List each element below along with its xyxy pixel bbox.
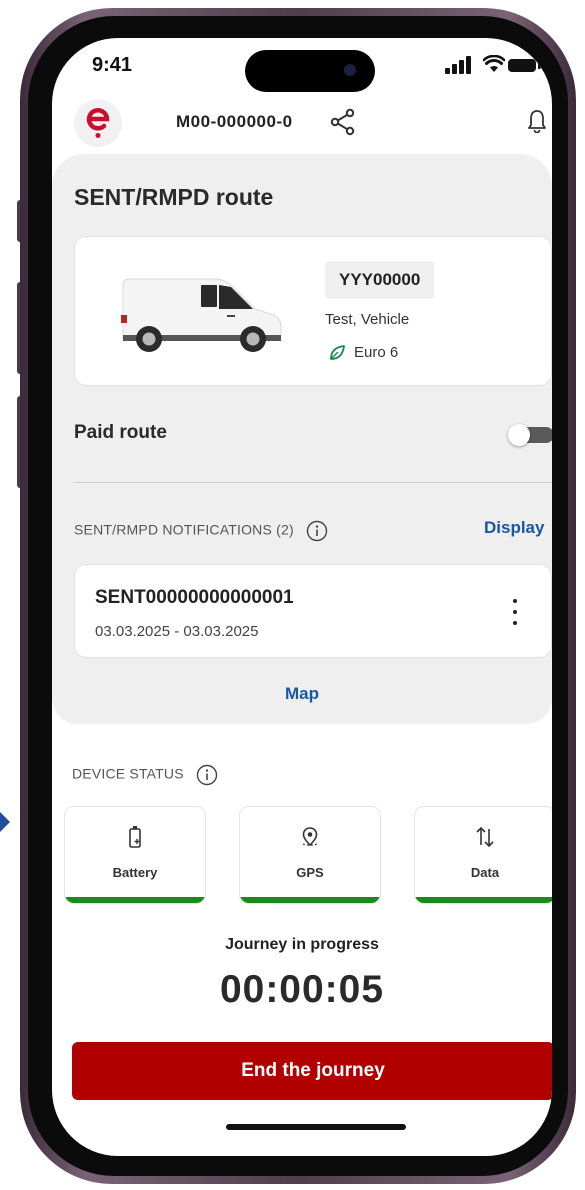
gps-status-tile[interactable]: GPS [239,806,381,904]
home-indicator[interactable] [226,1124,406,1130]
device-id: M00-000000-0 [176,112,293,131]
camera-icon [344,64,356,76]
battery-level-icon [508,59,536,72]
journey-status: Journey in progress [225,936,379,953]
status-time: 9:41 [92,54,133,76]
gps-icon [240,825,380,854]
route-title: SENT/RMPD route [74,184,274,210]
bell-icon[interactable] [526,109,548,133]
section-divider [74,482,552,483]
device-status-heading-text: DEVICE STATUS [72,765,184,782]
van-image [121,278,282,352]
app-logo[interactable] [74,99,122,147]
data-status-bar [415,897,552,903]
battery-status-bar [65,897,205,903]
phone-screen: 9:41 M00-000000-0 SENT/RMPD route YYY000… [52,38,552,1156]
end-journey-button[interactable]: End the journey [72,1042,552,1100]
gps-status-bar [240,897,380,903]
data-status-tile[interactable]: Data [414,806,552,904]
notification-id: SENT00000000000001 [95,587,294,608]
info-icon[interactable] [306,520,328,542]
display-notifications-link[interactable]: Display [484,518,544,538]
wifi-icon [483,55,505,72]
notifications-heading-text: SENT/RMPD NOTIFICATIONS (2) [74,521,294,538]
license-plate: YYY00000 [325,261,435,299]
battery-label: Battery [112,865,158,880]
notification-dates: 03.03.2025 - 03.03.2025 [95,623,259,640]
vehicle-card[interactable]: YYY00000 Test, Vehicle Euro 6 [74,236,552,386]
map-link[interactable]: Map [52,684,552,704]
app-header: M00-000000-0 [52,96,552,152]
more-options-icon[interactable] [511,599,519,627]
battery-status-tile[interactable]: Battery [64,806,206,904]
e-logo-icon [86,108,110,138]
cellular-signal-icon [445,56,471,74]
toggle-knob [508,424,530,446]
device-status-info-icon[interactable] [196,764,218,786]
device-status-heading: DEVICE STATUS [72,764,218,786]
data-label: Data [470,865,500,880]
battery-tip [538,63,541,69]
gps-label: GPS [296,865,324,880]
share-icon[interactable] [330,108,356,136]
vehicle-owner: Test, Vehicle [325,311,410,328]
background-arrow-icon [0,812,10,832]
status-bar: 9:41 [52,38,552,92]
paid-route-label: Paid route [74,422,167,443]
leaf-icon [330,345,345,360]
journey-timer: 00:00:05 [219,968,385,1011]
paid-route-toggle[interactable] [508,424,552,446]
notification-card[interactable]: SENT00000000000001 03.03.2025 - 03.03.20… [74,564,552,658]
data-transfer-icon [415,825,552,854]
emission-class-label: Euro 6 [354,344,399,361]
notifications-heading: SENT/RMPD NOTIFICATIONS (2) [74,520,328,542]
battery-icon [65,825,205,854]
route-panel: SENT/RMPD route YYY00000 Test, Vehicle E… [52,154,552,724]
